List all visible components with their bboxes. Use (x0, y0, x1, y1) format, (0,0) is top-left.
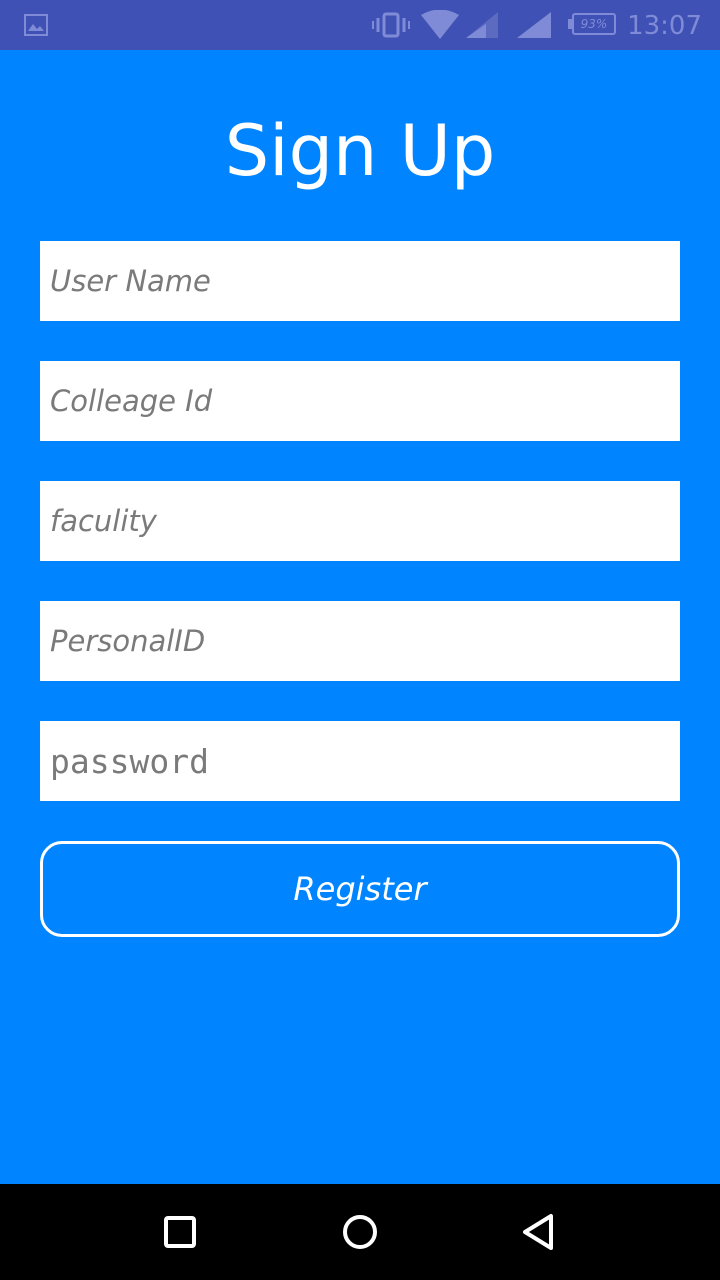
gallery-icon (24, 14, 48, 36)
wifi-icon (421, 10, 459, 39)
faculty-field[interactable] (40, 481, 680, 561)
recent-apps-icon[interactable] (156, 1208, 204, 1256)
page-title: Sign Up (224, 110, 496, 192)
password-input[interactable] (40, 721, 680, 801)
status-bar: 93% 13:07 (0, 0, 720, 50)
vibrate-icon (372, 12, 410, 38)
signal-icon (517, 12, 551, 38)
personal-id-input[interactable] (40, 601, 680, 681)
navigation-bar (0, 1184, 720, 1280)
register-button[interactable]: Register (40, 841, 680, 937)
sign-up-screen: 93% 13:07 Sign Up Register (0, 0, 720, 1280)
password-field[interactable] (40, 721, 680, 801)
home-icon[interactable] (336, 1208, 384, 1256)
clock: 13:07 (627, 11, 702, 41)
college-id-field[interactable] (40, 361, 680, 441)
battery-icon: 93% (572, 13, 616, 35)
personal-id-field[interactable] (40, 601, 680, 681)
user-name-field[interactable] (40, 241, 680, 321)
signal-icon (466, 12, 498, 38)
back-icon[interactable] (516, 1208, 564, 1256)
college-id-input[interactable] (40, 361, 680, 441)
user-name-input[interactable] (40, 241, 680, 321)
faculty-input[interactable] (40, 481, 680, 561)
